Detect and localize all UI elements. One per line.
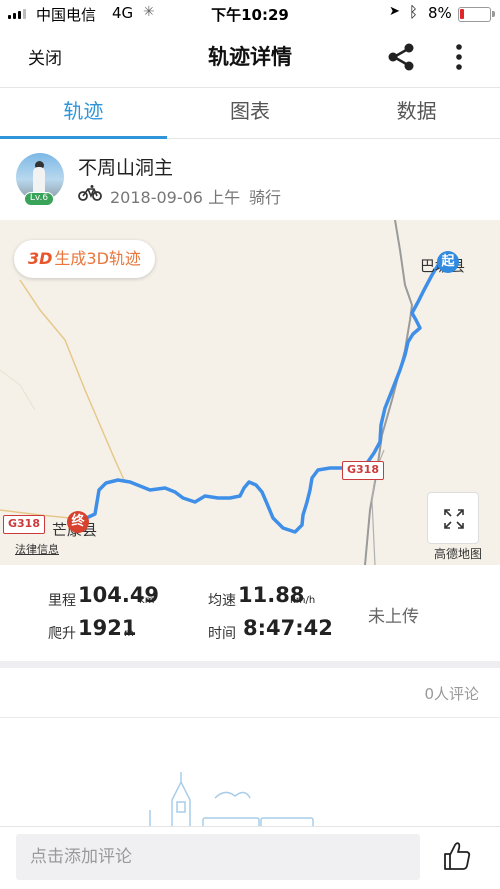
comment-bar	[0, 826, 500, 889]
end-marker[interactable]: 终	[67, 511, 89, 533]
start-marker[interactable]: 起	[437, 251, 459, 273]
location-arrow-icon: ➤	[389, 4, 400, 19]
tab-data[interactable]: 数据	[333, 88, 500, 138]
legal-info-link[interactable]: 法律信息	[15, 541, 59, 557]
map-provider-logo: 高德地图	[434, 547, 483, 561]
user-header: Lv.6 不周山洞主 2018-09-06 上午 骑行	[0, 140, 500, 220]
nav-bar: 关闭 轨迹详情	[0, 30, 500, 82]
road-badge-g318-east: G318	[342, 461, 384, 480]
climb-unit: m	[124, 628, 134, 639]
distance-unit: km	[139, 595, 155, 606]
comments-divider	[0, 717, 500, 718]
generate-3d-track-button[interactable]: 3D 生成3D轨迹	[14, 240, 155, 278]
bluetooth-icon: ᛒ	[409, 3, 419, 21]
level-badge: Lv.6	[24, 192, 54, 206]
tab-track[interactable]: 轨迹	[0, 88, 167, 138]
comment-count: 0人评论	[424, 685, 479, 703]
road-badge-g318-west: G318	[3, 515, 45, 534]
username[interactable]: 不周山洞主	[78, 153, 173, 180]
comment-input[interactable]	[16, 834, 420, 880]
time-label: 时间	[208, 626, 236, 642]
empty-comments-illustration	[149, 772, 314, 829]
tab-chart[interactable]: 图表	[167, 88, 334, 138]
share-icon[interactable]	[386, 42, 416, 72]
3d-icon: 3D	[28, 249, 53, 268]
speed-unit: km/h	[290, 595, 316, 606]
page-title: 轨迹详情	[208, 45, 292, 69]
thumbs-up-icon[interactable]	[443, 841, 471, 871]
section-divider	[0, 661, 500, 668]
more-vertical-icon[interactable]	[452, 42, 466, 72]
battery-icon	[458, 7, 495, 22]
active-tab-indicator	[0, 136, 167, 139]
speed-label: 均速	[208, 593, 236, 609]
expand-icon	[444, 509, 464, 529]
track-map[interactable]: 3D生成3D轨迹 巴塘县 起 芒康县 终 G318 G318 法律信息 高德地图	[0, 220, 500, 565]
activity-type: 骑行	[249, 188, 282, 207]
stats-panel: 里程 104.49 km 均速 11.88 km/h 爬升 1921 m 时间 …	[0, 565, 500, 661]
distance-label: 里程	[48, 593, 76, 609]
track-line	[80, 260, 442, 534]
activity-date: 2018-09-06 上午	[110, 188, 241, 207]
upload-status[interactable]: 未上传	[368, 602, 419, 627]
status-time: 下午10:29	[211, 6, 289, 24]
bicycle-icon	[78, 185, 102, 201]
time-value: 8:47:42	[243, 616, 333, 640]
generate-3d-label: 生成3D轨迹	[54, 249, 141, 268]
status-bar: 中国电信 4G ✳ 下午10:29 ➤ ᛒ 8%	[0, 0, 500, 28]
battery-percent: 8%	[428, 4, 452, 22]
fullscreen-expand-button[interactable]	[427, 492, 479, 544]
climb-label: 爬升	[48, 626, 76, 642]
tab-bar: 轨迹 图表 数据	[0, 87, 500, 139]
